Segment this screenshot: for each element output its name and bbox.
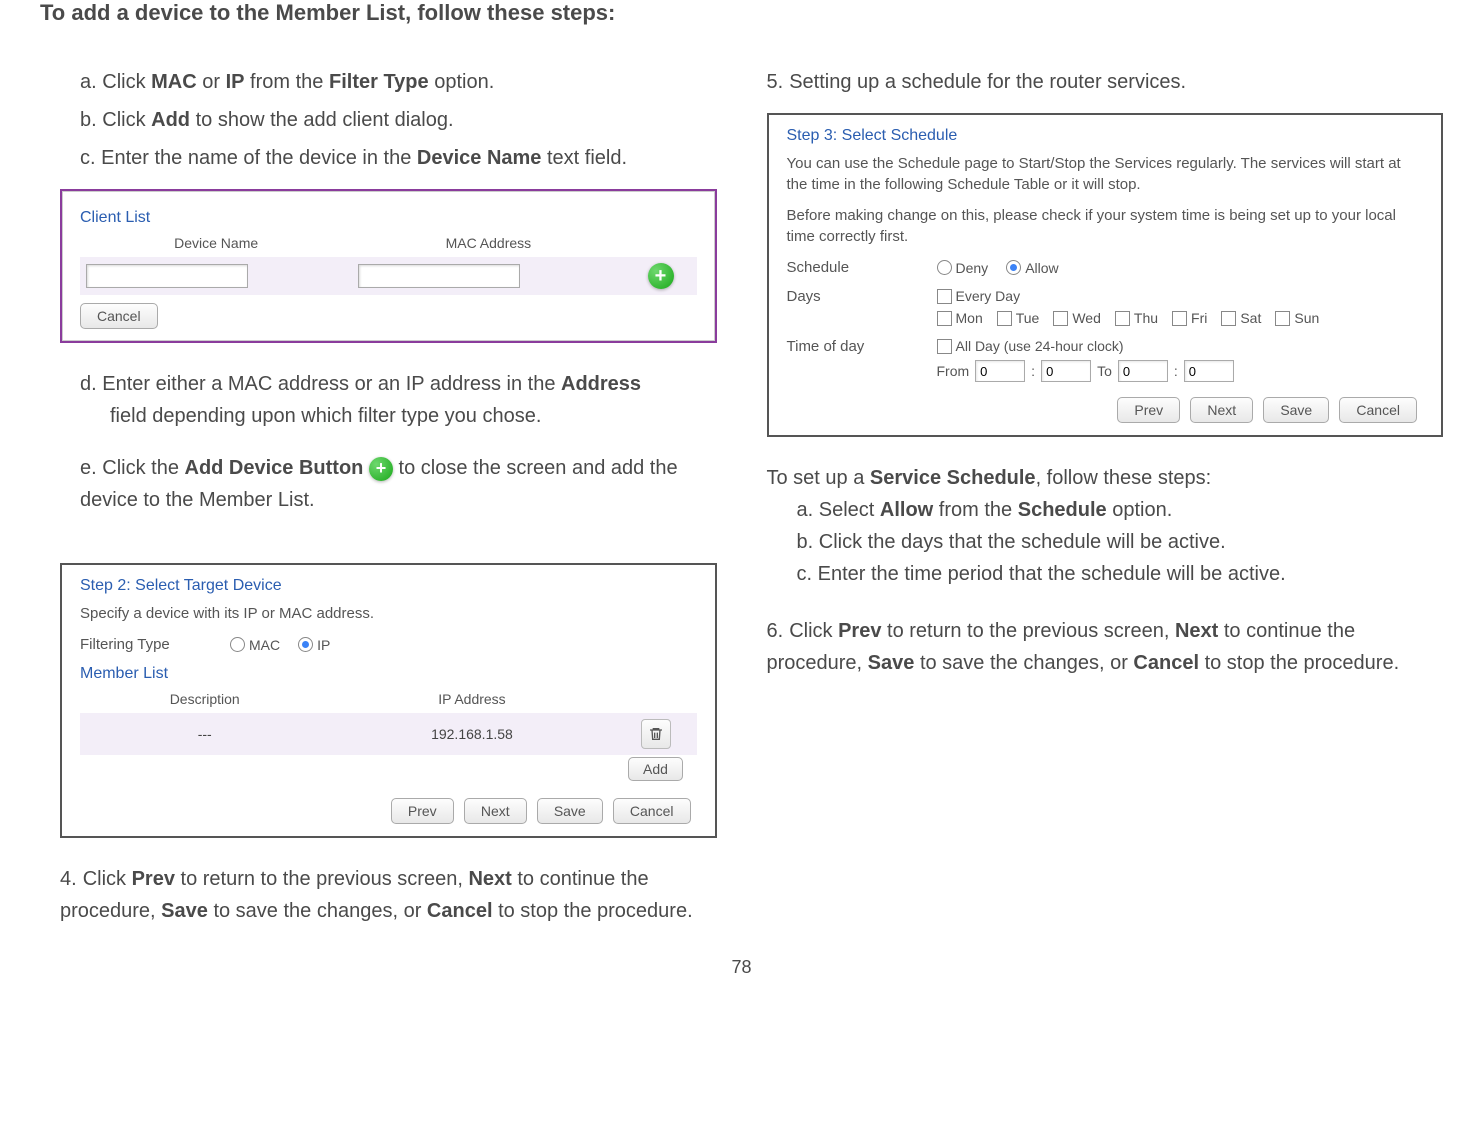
filter-type-label: Filtering Type xyxy=(80,636,200,653)
col-ip-address: IP Address xyxy=(329,685,614,713)
step2-title: Step 2: Select Target Device xyxy=(80,577,697,595)
client-list-title: Client List xyxy=(80,209,697,227)
step-5: 5.Setting up a schedule for the router s… xyxy=(767,66,1444,98)
client-list-screenshot: Client List Device Name MAC Address + Ca… xyxy=(60,189,717,343)
add-button[interactable]: Add xyxy=(628,757,683,781)
step3-desc1: You can use the Schedule page to Start/S… xyxy=(787,153,1424,195)
right-column: 5.Setting up a schedule for the router s… xyxy=(767,66,1444,927)
wed-checkbox[interactable]: Wed xyxy=(1053,310,1101,326)
page-body: a. Click MAC or IP from the Filter Type … xyxy=(0,56,1483,947)
col-device-name: Device Name xyxy=(80,229,352,257)
prev-button[interactable]: Prev xyxy=(1117,397,1180,423)
next-button[interactable]: Next xyxy=(1190,397,1253,423)
from-min-input[interactable] xyxy=(1041,360,1091,382)
next-button[interactable]: Next xyxy=(464,798,527,824)
mon-checkbox[interactable]: Mon xyxy=(937,310,983,326)
from-hour-input[interactable] xyxy=(975,360,1025,382)
fri-checkbox[interactable]: Fri xyxy=(1172,310,1207,326)
sun-checkbox[interactable]: Sun xyxy=(1275,310,1319,326)
save-button[interactable]: Save xyxy=(537,798,603,824)
all-day-checkbox[interactable]: All Day (use 24-hour clock) xyxy=(937,338,1124,354)
setup-step-a: a. Select Allow from the Schedule option… xyxy=(767,494,1444,526)
time-of-day-label: Time of day xyxy=(787,338,907,355)
to-hour-input[interactable] xyxy=(1118,360,1168,382)
add-device-icon[interactable]: + xyxy=(648,263,674,289)
allow-radio[interactable]: Allow xyxy=(1006,260,1058,276)
to-min-input[interactable] xyxy=(1184,360,1234,382)
step2-desc: Specify a device with its IP or MAC addr… xyxy=(80,603,697,624)
step-e: e. Click the Add Device Button + to clos… xyxy=(80,452,717,548)
cancel-button[interactable]: Cancel xyxy=(1339,397,1417,423)
left-column: a. Click MAC or IP from the Filter Type … xyxy=(40,66,717,927)
device-name-input[interactable] xyxy=(86,264,248,288)
step-6: 6.Click Prev to return to the previous s… xyxy=(767,615,1444,679)
steps-after-shot1: d. Enter either a MAC address or an IP a… xyxy=(40,368,717,548)
table-row: Add xyxy=(80,755,697,783)
prev-button[interactable]: Prev xyxy=(391,798,454,824)
plus-icon: + xyxy=(369,457,393,481)
table-row: --- 192.168.1.58 xyxy=(80,713,697,755)
schedule-screenshot: Step 3: Select Schedule You can use the … xyxy=(767,113,1444,437)
step3-desc2: Before making change on this, please che… xyxy=(787,205,1424,247)
setup-step-c: c. Enter the time period that the schedu… xyxy=(767,558,1444,590)
days-label: Days xyxy=(787,288,907,305)
trash-icon[interactable] xyxy=(641,719,671,749)
add-device-steps: a. Click MAC or IP from the Filter Type … xyxy=(40,66,717,174)
member-list-title: Member List xyxy=(80,665,697,683)
col-description: Description xyxy=(80,685,329,713)
schedule-label: Schedule xyxy=(787,259,907,276)
every-day-checkbox[interactable]: Every Day xyxy=(937,288,1021,304)
mac-address-input[interactable] xyxy=(358,264,520,288)
filter-ip-radio[interactable]: IP xyxy=(298,637,330,653)
col-mac-address: MAC Address xyxy=(352,229,624,257)
section-heading: To add a device to the Member List, foll… xyxy=(0,0,1483,26)
step-4: 4.Click Prev to return to the previous s… xyxy=(40,863,717,927)
step-c: c. Enter the name of the device in the D… xyxy=(80,142,717,174)
tue-checkbox[interactable]: Tue xyxy=(997,310,1040,326)
member-list-table: Description IP Address --- 192.168.1.58 … xyxy=(80,685,697,783)
thu-checkbox[interactable]: Thu xyxy=(1115,310,1158,326)
save-button[interactable]: Save xyxy=(1263,397,1329,423)
deny-radio[interactable]: Deny xyxy=(937,260,989,276)
cancel-button[interactable]: Cancel xyxy=(613,798,691,824)
step-d: d. Enter either a MAC address or an IP a… xyxy=(80,368,717,432)
step3-title: Step 3: Select Schedule xyxy=(787,127,1424,145)
service-schedule-steps: To set up a Service Schedule, follow the… xyxy=(767,462,1444,590)
filter-mac-radio[interactable]: MAC xyxy=(230,637,280,653)
sat-checkbox[interactable]: Sat xyxy=(1221,310,1261,326)
target-device-screenshot: Step 2: Select Target Device Specify a d… xyxy=(60,563,717,838)
step-b: b. Click Add to show the add client dial… xyxy=(80,104,717,136)
step-a: a. Click MAC or IP from the Filter Type … xyxy=(80,66,717,98)
page-number: 78 xyxy=(0,957,1483,978)
setup-step-b: b. Click the days that the schedule will… xyxy=(767,526,1444,558)
client-list-table: Device Name MAC Address + xyxy=(80,229,697,295)
cancel-button[interactable]: Cancel xyxy=(80,303,158,329)
